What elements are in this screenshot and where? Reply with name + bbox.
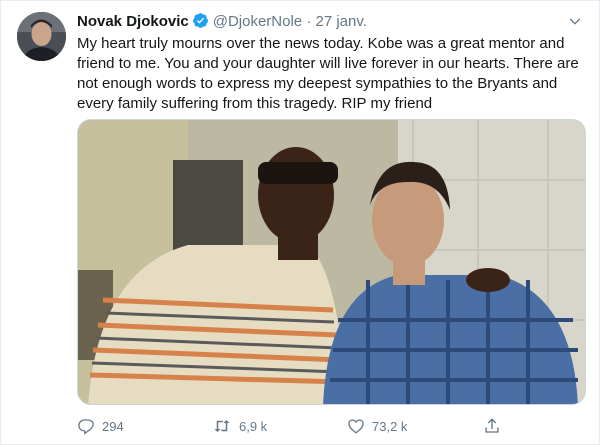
tweet-date[interactable]: 27 janv. xyxy=(315,13,366,30)
share-icon xyxy=(485,418,499,433)
tweet-photo[interactable] xyxy=(77,119,586,405)
like-icon xyxy=(348,419,364,434)
like-count: 73,2 k xyxy=(372,418,408,434)
author-name[interactable]: Novak Djokovic xyxy=(77,13,189,30)
chevron-down-icon[interactable] xyxy=(567,13,583,34)
author-handle[interactable]: @DjokerNole xyxy=(213,13,302,30)
avatar-image xyxy=(17,12,66,61)
retweet-icon xyxy=(214,420,230,432)
photo-image xyxy=(78,120,585,404)
action-bar: 294 6,9 k 73,2 k xyxy=(77,415,537,437)
tweet-text-line: friend to me. You and your daughter will… xyxy=(77,55,579,72)
reply-button[interactable]: 294 xyxy=(77,415,124,437)
verified-badge-icon xyxy=(192,12,209,35)
separator-dot: · xyxy=(306,13,312,30)
retweet-button[interactable]: 6,9 k xyxy=(212,415,267,437)
tweet-text-line: every family suffering from this tragedy… xyxy=(77,95,433,112)
share-button[interactable] xyxy=(483,415,508,437)
retweet-count: 6,9 k xyxy=(239,418,268,434)
tweet-text-line: My heart truly mourns over the news toda… xyxy=(77,35,565,52)
reply-icon xyxy=(78,419,94,435)
reply-count: 294 xyxy=(102,418,124,434)
like-button[interactable]: 73,2 k xyxy=(347,415,407,437)
avatar[interactable] xyxy=(17,12,66,61)
tweet-card[interactable]: Novak Djokovic @DjokerNole · 27 janv. My … xyxy=(0,0,600,445)
tweet-text-line: not enough words to express my deepest s… xyxy=(77,75,558,92)
tweet-text: My heart truly mourns over the news toda… xyxy=(77,34,587,114)
tweet-header: Novak Djokovic @DjokerNole · 27 janv. xyxy=(77,12,579,32)
